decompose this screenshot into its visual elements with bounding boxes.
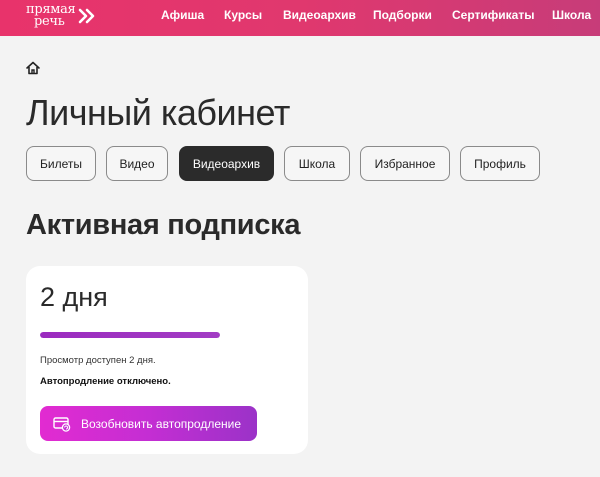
tab-video[interactable]: Видео — [106, 146, 168, 181]
page-title: Личный кабинет — [26, 92, 290, 133]
remaining-days: 2 дня — [40, 282, 108, 312]
nav-item-school[interactable]: Школа — [552, 8, 591, 22]
site-header: прямая речь Афиша Курсы Видеоархив Подбо… — [0, 0, 600, 36]
tab-tickets[interactable]: Билеты — [26, 146, 96, 181]
renew-button-label: Возобновить автопродление — [81, 416, 242, 431]
double-chevron-right-icon — [79, 8, 95, 24]
card-refresh-icon — [53, 416, 71, 432]
nav-item-videoarchive[interactable]: Видеоархив — [283, 8, 356, 22]
subscription-progress-fill — [40, 332, 220, 338]
nav-item-certificates[interactable]: Сертификаты — [452, 8, 534, 22]
autorenew-note: Автопродление отключено. — [40, 376, 171, 387]
subscription-card: 2 дня Просмотр доступен 2 дня. Автопродл… — [26, 266, 308, 454]
logo-line-2: речь — [34, 14, 65, 29]
logo-text: прямая речь — [26, 3, 76, 29]
nav-item-courses[interactable]: Курсы — [224, 8, 262, 22]
tab-profile[interactable]: Профиль — [460, 146, 540, 181]
tab-videoarchive[interactable]: Видеоархив — [179, 146, 274, 181]
renew-autopay-button[interactable]: Возобновить автопродление — [40, 406, 257, 441]
access-note: Просмотр доступен 2 дня. — [40, 355, 156, 366]
home-icon[interactable] — [25, 60, 41, 76]
site-logo[interactable]: прямая речь — [26, 1, 96, 31]
tab-favorites[interactable]: Избранное — [360, 146, 450, 181]
tab-school[interactable]: Школа — [284, 146, 350, 181]
section-title: Активная подписка — [26, 209, 301, 241]
subscription-progress — [40, 332, 220, 338]
nav-item-collections[interactable]: Подборки — [373, 8, 432, 22]
nav-item-afisha[interactable]: Афиша — [161, 8, 204, 22]
